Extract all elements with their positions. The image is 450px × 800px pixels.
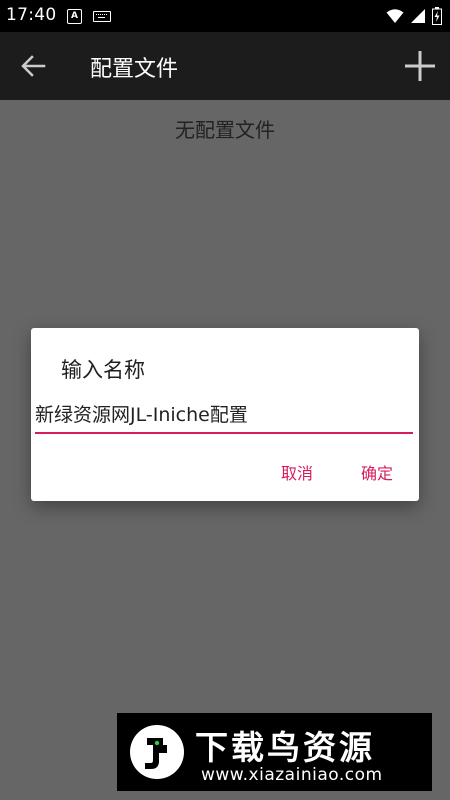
watermark: 下载鸟资源 www.xiazainiao.com: [117, 713, 432, 791]
confirm-button[interactable]: 确定: [355, 456, 399, 488]
page-title: 配置文件: [90, 57, 179, 82]
bird-logo-icon: [130, 725, 184, 779]
signal-icon: [411, 9, 425, 23]
arrow-left-icon: [21, 55, 46, 77]
battery-icon: [432, 7, 442, 25]
watermark-title: 下载鸟资源: [195, 728, 375, 767]
back-button[interactable]: [16, 50, 52, 82]
status-icons: [386, 6, 442, 26]
add-profile-button[interactable]: [402, 48, 438, 84]
keyboard-icon: [93, 11, 111, 22]
name-input-dialog: 输入名称 取消 确定: [31, 328, 419, 501]
wifi-icon: [386, 9, 404, 23]
dialog-title: 输入名称: [61, 358, 145, 382]
a-notification-icon: A: [67, 9, 82, 24]
watermark-url: www.xiazainiao.com: [201, 765, 383, 785]
status-time: 17:40: [6, 5, 57, 25]
app-bar: 配置文件: [0, 32, 450, 100]
cancel-button[interactable]: 取消: [275, 456, 319, 488]
status-bar: 17:40 A: [0, 0, 450, 32]
profile-name-input[interactable]: [35, 396, 413, 434]
plus-icon: [405, 51, 435, 81]
empty-state-text: 无配置文件: [175, 118, 275, 142]
